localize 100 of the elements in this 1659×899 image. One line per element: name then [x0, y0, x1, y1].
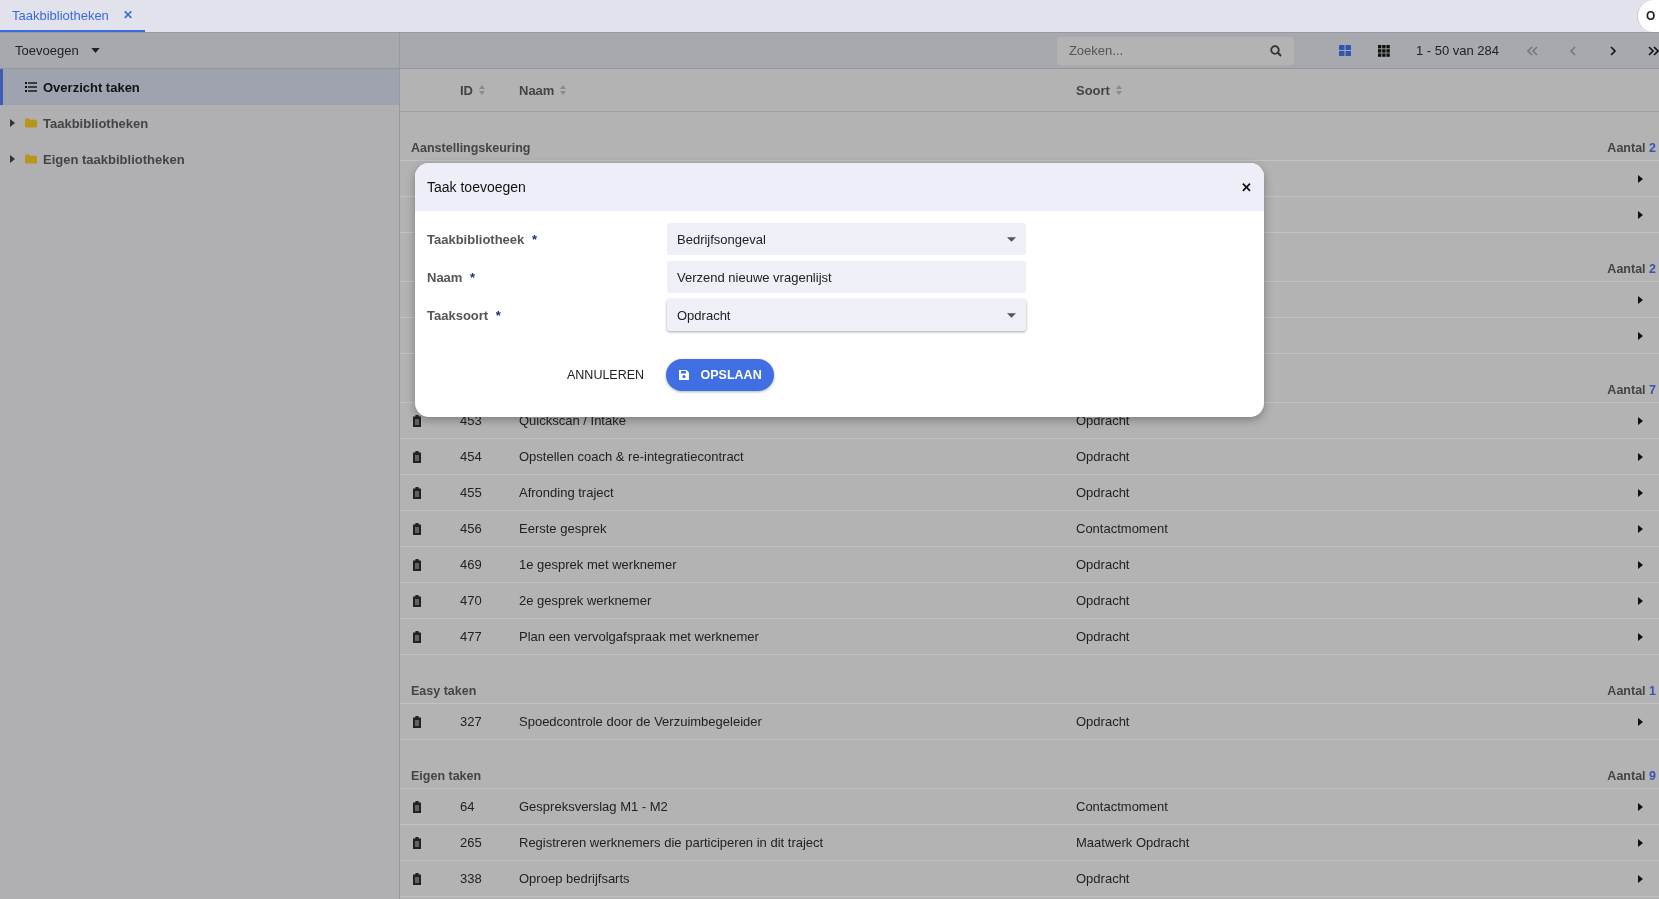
expand-arrow-icon[interactable] [10, 155, 15, 163]
table-row[interactable]: 338 Oproep bedrijfsarts Opdracht [400, 861, 1659, 897]
clipboard-icon [412, 715, 422, 728]
close-icon[interactable]: ✕ [122, 8, 133, 22]
cancel-button[interactable]: ANNULEREN [557, 360, 655, 390]
table-cell: Spoedcontrole door de Verzuimbegeleider [519, 714, 762, 729]
expand-arrow-icon[interactable] [1638, 210, 1643, 219]
expand-arrow-icon[interactable] [1638, 524, 1643, 533]
add-dropdown-button[interactable]: Toevoegen [6, 39, 109, 62]
folder-icon [25, 154, 37, 164]
dialog-title: Taak toevoegen [427, 179, 526, 195]
clipboard-icon [412, 450, 422, 463]
close-icon[interactable]: ✕ [1241, 179, 1252, 195]
group-count: Aantal 9 [1607, 769, 1656, 783]
expand-arrow-icon[interactable] [1638, 452, 1643, 461]
expand-arrow-icon[interactable] [1638, 717, 1643, 726]
group-count: Aantal 2 [1607, 262, 1656, 276]
expand-arrow-icon[interactable] [10, 119, 15, 127]
expand-arrow-icon[interactable] [1638, 802, 1643, 811]
select-field[interactable]: Opdracht [667, 299, 1026, 331]
table-cell: Opdracht [1076, 714, 1130, 729]
table-row[interactable]: 469 1e gesprek met werknemer Opdracht [400, 547, 1659, 583]
column-header[interactable]: Soort [1076, 82, 1122, 98]
field-label: Taaksoort * [427, 307, 502, 323]
table-cell: 1e gesprek met werknemer [519, 557, 677, 572]
table-cell: Opdracht [1076, 485, 1130, 500]
expand-arrow-icon[interactable] [1638, 838, 1643, 847]
field-label: Taakbibliotheek * [427, 231, 538, 247]
table-cell: 456 [460, 521, 482, 536]
sidebar-item[interactable]: Overzicht taken [0, 69, 399, 105]
expand-arrow-icon[interactable] [1638, 174, 1643, 183]
table-cell: Opstellen coach & re-integratiecontract [519, 449, 744, 464]
table-cell: 327 [460, 714, 482, 729]
table-row[interactable]: 454 Opstellen coach & re-integratiecontract Opdracht [400, 439, 1659, 475]
table-row[interactable]: 265 Registreren werknemers die participeren in dit traject Maatwerk Opdracht [400, 825, 1659, 861]
table-row[interactable]: 455 Afronding traject Opdracht [400, 475, 1659, 511]
list-icon [25, 82, 37, 92]
avatar[interactable]: O [1637, 0, 1659, 32]
caret-icon [90, 48, 100, 53]
tiles-view-icon[interactable] [1339, 45, 1352, 56]
search-icon[interactable] [1269, 44, 1282, 57]
field-label: Naam * [427, 269, 477, 285]
expand-arrow-icon[interactable] [1638, 632, 1643, 641]
dropdown-caret-icon [1007, 312, 1016, 318]
group-count: Aantal 7 [1607, 383, 1656, 397]
table-cell: 64 [460, 799, 475, 814]
table-cell: Contactmoment [1076, 799, 1168, 814]
table-cell: Opdracht [1076, 557, 1130, 572]
grid-view-icon[interactable] [1378, 44, 1391, 57]
clipboard-icon [412, 594, 422, 607]
clipboard-icon [412, 630, 422, 643]
group-title: Eigen taken [411, 769, 482, 783]
save-button[interactable]: OPSLAAN [666, 359, 775, 391]
table-cell: Opdracht [1076, 871, 1130, 886]
expand-arrow-icon[interactable] [1638, 874, 1643, 883]
table-row[interactable]: 456 Eerste gesprek Contactmoment [400, 511, 1659, 547]
table-row[interactable]: 477 Plan een vervolgafspraak met werknemer Opdracht [400, 619, 1659, 655]
next-page-icon[interactable] [1607, 45, 1619, 56]
expand-arrow-icon[interactable] [1638, 488, 1643, 497]
last-page-icon[interactable] [1647, 45, 1659, 56]
table-cell: Afronding traject [519, 485, 614, 500]
group-count: Aantal 1 [1607, 684, 1656, 698]
table-cell: 455 [460, 485, 482, 500]
search-field[interactable]: Zoeken... [1056, 36, 1294, 65]
clipboard-icon [412, 836, 422, 849]
table-cell: Plan een vervolgafspraak met werknemer [519, 629, 759, 644]
expand-arrow-icon[interactable] [1638, 560, 1643, 569]
column-header[interactable]: Naam [519, 82, 567, 98]
table-cell: 338 [460, 871, 482, 886]
clipboard-icon [412, 486, 422, 499]
table-cell: 469 [460, 557, 482, 572]
expand-arrow-icon[interactable] [1638, 331, 1643, 340]
table-cell: Opdracht [1076, 593, 1130, 608]
save-icon [678, 370, 689, 380]
expand-arrow-icon[interactable] [1638, 596, 1643, 605]
select-field[interactable]: Bedrijfsongeval [667, 223, 1026, 255]
table-cell: 2e gesprek werknemer [519, 593, 652, 608]
table-cell: 454 [460, 449, 482, 464]
table-cell: Eerste gesprek [519, 521, 607, 536]
clipboard-icon [412, 800, 422, 813]
table-row[interactable]: 64 Gespreksverslag M1 - M2 Contactmoment [400, 789, 1659, 825]
sidebar-item[interactable]: Eigen taakbibliotheken [0, 141, 399, 177]
group-title: Easy taken [411, 684, 477, 698]
table-cell: Contactmoment [1076, 521, 1168, 536]
table-cell: 265 [460, 835, 482, 850]
table-cell: Oproep bedrijfsarts [519, 871, 630, 886]
sidebar-item[interactable]: Taakbibliotheken [0, 105, 399, 141]
clipboard-icon [412, 414, 422, 427]
table-row[interactable]: 327 Spoedcontrole door de Verzuimbegeleider Opdracht [400, 704, 1659, 740]
table-cell: Opdracht [1076, 449, 1130, 464]
expand-arrow-icon[interactable] [1638, 416, 1643, 425]
column-header[interactable]: ID [460, 82, 485, 98]
group-title: Aanstellingskeuring [411, 141, 531, 155]
input-field[interactable]: Verzend nieuwe vragenlijst [667, 261, 1026, 293]
clipboard-icon [412, 872, 422, 885]
folder-icon [25, 118, 37, 128]
table-cell: Registreren werknemers die participeren in dit traject [519, 835, 824, 850]
expand-arrow-icon[interactable] [1638, 295, 1643, 304]
table-cell: Opdracht [1076, 413, 1130, 428]
table-row[interactable]: 470 2e gesprek werknemer Opdracht [400, 583, 1659, 619]
